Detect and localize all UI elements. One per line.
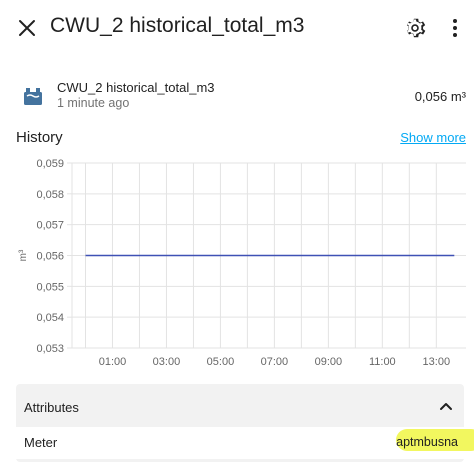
more-vertical-icon bbox=[453, 19, 457, 37]
entity-name: CWU_2 historical_total_m3 bbox=[57, 80, 215, 95]
chevron-up-icon bbox=[438, 398, 454, 414]
x-tick-label: 03:00 bbox=[153, 356, 181, 368]
y-tick-label: 0,059 bbox=[36, 158, 64, 170]
x-tick-label: 11:00 bbox=[369, 356, 396, 368]
show-more-link[interactable]: Show more bbox=[400, 130, 466, 145]
close-icon bbox=[19, 20, 35, 36]
attributes-title: Attributes bbox=[24, 400, 79, 415]
dialog-title: CWU_2 historical_total_m3 bbox=[50, 14, 305, 37]
attribute-value: aptmbusna bbox=[396, 435, 458, 449]
y-tick-label: 0,054 bbox=[36, 312, 64, 324]
x-tick-label: 09:00 bbox=[315, 356, 343, 368]
history-heading: History bbox=[16, 129, 63, 146]
history-chart: 0,059 0,058 0,057 0,056 0,055 0,054 0,053 01:00… bbox=[18, 158, 466, 368]
more-menu-button[interactable] bbox=[444, 15, 466, 41]
y-tick-label: 0,055 bbox=[36, 281, 64, 293]
close-button[interactable] bbox=[14, 15, 40, 41]
x-tick-label: 13:00 bbox=[423, 356, 451, 368]
gear-icon bbox=[406, 18, 426, 38]
y-axis-label: m³ bbox=[18, 249, 29, 261]
y-tick-label: 0,056 bbox=[36, 251, 64, 263]
y-tick-label: 0,053 bbox=[36, 343, 64, 355]
dialog-header: CWU_2 historical_total_m3 bbox=[0, 0, 474, 56]
water-heater-icon bbox=[22, 84, 44, 106]
entity-row: CWU_2 historical_total_m3 1 minute ago 0… bbox=[0, 74, 474, 118]
settings-button[interactable] bbox=[402, 15, 428, 41]
entity-last-updated: 1 minute ago bbox=[57, 96, 130, 110]
y-tick-label: 0,057 bbox=[36, 220, 64, 232]
attribute-row: Meter aptmbusna bbox=[16, 427, 474, 459]
y-tick-label: 0,058 bbox=[36, 189, 64, 201]
x-tick-label: 05:00 bbox=[207, 356, 235, 368]
x-tick-label: 07:00 bbox=[261, 356, 289, 368]
attribute-key: Meter bbox=[24, 435, 58, 450]
x-tick-label: 01:00 bbox=[99, 356, 127, 368]
attributes-panel: Attributes Meter aptmbusna bbox=[16, 384, 474, 462]
entity-state: 0,056 m³ bbox=[414, 89, 466, 104]
attributes-header[interactable]: Attributes bbox=[16, 384, 464, 426]
